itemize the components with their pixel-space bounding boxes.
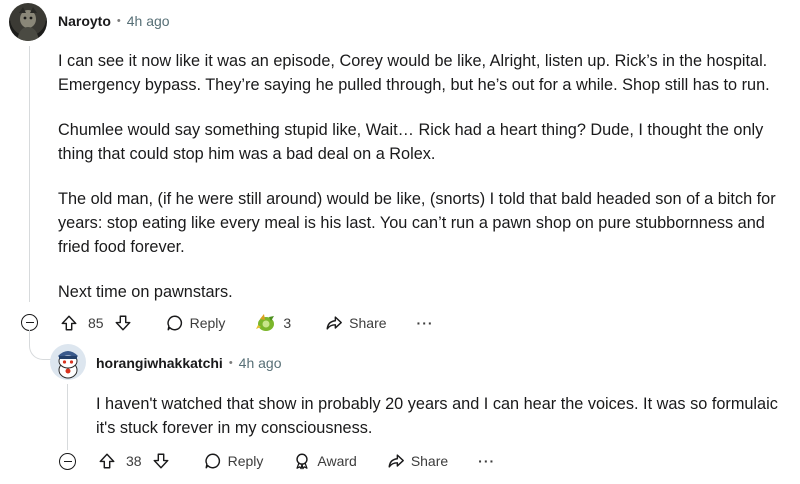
award-label: Award [317,453,357,469]
award-icon [256,314,275,331]
comment-paragraph: Chumlee would say something stupid like,… [58,121,764,163]
minus-icon [25,321,34,324]
share-button[interactable]: Share [387,452,448,470]
downvote-icon[interactable] [152,452,170,470]
comment-paragraph: Next time on pawnstars. [58,283,233,301]
avatar[interactable] [9,3,47,41]
thread-line[interactable] [67,384,68,450]
meta-separator: • [116,15,121,27]
snoo-avatar-image [58,351,78,379]
award-ribbon-icon [296,453,309,470]
vote-count: 85 [88,315,104,331]
comment-paragraph: The old man, (if he were still around) w… [58,190,776,256]
avatar[interactable] [50,344,86,380]
collapse-thread-button[interactable] [21,314,38,331]
share-icon [326,316,343,330]
comment-paragraph: I can see it now like it was an episode,… [58,52,770,94]
avatar-image [17,7,39,41]
comment-body: I haven't watched that show in probably … [96,395,778,437]
comment-bubble-icon [204,453,220,469]
timestamp: 4h ago [126,13,170,29]
award-count: 3 [283,315,292,331]
author-name[interactable]: horangiwhakkatchi [96,355,223,371]
minus-icon [63,460,72,463]
upvote-icon[interactable] [98,452,116,470]
comment-bubble-icon [166,315,182,331]
share-label: Share [349,315,387,331]
share-label: Share [410,453,449,469]
comment-meta: horangiwhakkatchi • 4h ago [96,355,282,371]
vote-count: 38 [126,453,142,469]
more-options-button[interactable]: ··· [417,315,434,331]
reply-label: Reply [227,453,264,469]
downvote-icon[interactable] [114,314,132,332]
comment-actions: 38 Reply Award Share ··· [98,452,495,470]
award-button[interactable]: 3 [255,313,291,333]
reply-button[interactable]: Reply [204,452,264,470]
thread-line[interactable] [29,46,30,302]
share-icon [388,454,404,468]
timestamp: 4h ago [238,355,282,371]
share-button[interactable]: Share [325,314,387,332]
more-options-button[interactable]: ··· [478,453,495,469]
comment-body: I can see it now like it was an episode,… [58,49,788,325]
vote-group: 38 [98,452,170,470]
comment-actions: 85 Reply 3 Share ··· [60,313,434,333]
upvote-icon[interactable] [60,314,78,332]
award-button[interactable]: Award [293,452,357,470]
meta-separator: • [228,357,233,369]
reply-button[interactable]: Reply [166,314,226,332]
vote-group: 85 [60,314,132,332]
reply-label: Reply [189,315,226,331]
comment-meta: Naroyto • 4h ago [58,13,170,29]
author-name[interactable]: Naroyto [58,13,111,29]
collapse-thread-button[interactable] [59,453,76,470]
